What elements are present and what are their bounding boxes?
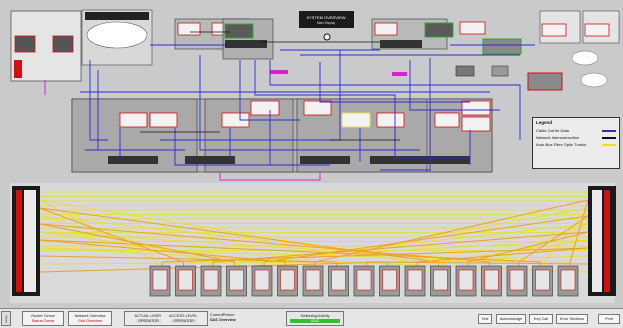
device-node[interactable] bbox=[149, 265, 171, 297]
legend: Legend Cable Cat 6e Data Network Interco… bbox=[532, 117, 620, 169]
device-node[interactable] bbox=[557, 265, 579, 297]
device-node[interactable] bbox=[455, 265, 477, 297]
device-node[interactable] bbox=[532, 265, 553, 297]
device-node[interactable] bbox=[430, 265, 451, 297]
center-subtitle: Main Display bbox=[317, 21, 336, 25]
views-tab[interactable]: Views bbox=[1, 311, 11, 326]
device-node[interactable] bbox=[481, 265, 502, 297]
top-left-panel[interactable] bbox=[10, 10, 82, 82]
link-marker bbox=[392, 72, 407, 76]
legend-item: Auto-Bus Fibre Optic Trunks bbox=[533, 141, 619, 148]
device-node[interactable] bbox=[277, 265, 298, 297]
system-diagram: SYSTEM OVERVIEW Main Display bbox=[0, 0, 623, 308]
device-node[interactable] bbox=[353, 265, 375, 297]
right-patch-panel[interactable] bbox=[588, 186, 616, 296]
device-node[interactable] bbox=[404, 265, 426, 297]
center-title: SYSTEM OVERVIEW bbox=[306, 15, 345, 20]
device-node[interactable] bbox=[226, 265, 247, 297]
user-info: ACTUAL USER ACCESS LEVEL OPERATOR OPERATOR bbox=[124, 311, 208, 326]
device-node[interactable] bbox=[175, 265, 196, 297]
device-node[interactable] bbox=[302, 265, 324, 297]
error-sections-button[interactable]: Error Sections bbox=[556, 314, 588, 324]
device-node[interactable] bbox=[251, 265, 273, 297]
legend-item: Cable Cat 6e Data bbox=[533, 127, 619, 134]
legend-item: Network Interconnection bbox=[533, 134, 619, 141]
device-node[interactable] bbox=[200, 265, 222, 297]
link-marker bbox=[270, 70, 288, 74]
current-picture: CurrentPicture SAS Overview bbox=[210, 313, 236, 322]
switching-activity: Switching Activity IDLE bbox=[286, 311, 344, 326]
key-call-button[interactable]: Key Call bbox=[529, 314, 553, 324]
network-cloud-left[interactable] bbox=[81, 9, 153, 66]
legend-title: Legend bbox=[536, 120, 553, 125]
left-patch-panel[interactable] bbox=[12, 186, 40, 296]
device-node[interactable] bbox=[379, 265, 400, 297]
nav-router-overview-button[interactable]: Router Ovrvw Status Ovrvw bbox=[22, 311, 64, 326]
center-node-icon[interactable] bbox=[323, 33, 331, 41]
acknowledge-button[interactable]: Acknowledge bbox=[496, 314, 526, 324]
test-button[interactable]: Test bbox=[478, 314, 492, 324]
nav-network-overview-button[interactable]: Network Overview Grid Overview bbox=[68, 311, 112, 326]
device-node[interactable] bbox=[506, 265, 528, 297]
print-button[interactable]: Print bbox=[598, 314, 620, 324]
device-row[interactable] bbox=[149, 265, 579, 297]
device-node[interactable] bbox=[328, 265, 349, 297]
status-bar: Views Router Ovrvw Status Ovrvw Network O… bbox=[0, 308, 623, 328]
